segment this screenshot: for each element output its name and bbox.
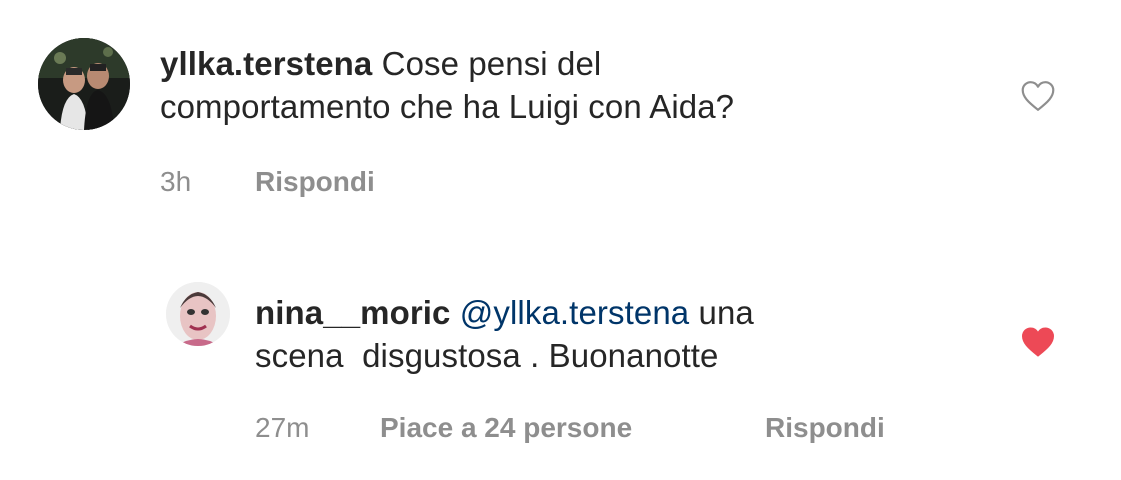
like-heart-icon[interactable] [1020,326,1056,358]
avatar-photo-image [38,38,130,130]
comment-nina: nina__moric @yllka.terstena una scena di… [0,270,1121,470]
heart-filled-icon [1021,327,1054,357]
comment-text-yllka: yllka.terstena Cose pensi del comportame… [160,42,980,128]
like-heart-icon[interactable] [1020,80,1056,112]
comment-yllka: yllka.terstena Cose pensi del comportame… [0,0,1121,220]
mention-link[interactable]: @yllka.terstena [460,294,689,331]
comment-line-1: yllka.terstena Cose pensi del [160,42,980,85]
comment-line-1: nina__moric @yllka.terstena una [255,291,975,334]
comment-meta-yllka: 3h Rispondi [160,166,560,200]
comment-body-line-2: scena disgustosa . Buonanotte [255,337,719,374]
comment-body-line-2: comportamento che ha Luigi con Aida? [160,88,735,125]
comment-body-line-1: Cose pensi del [381,45,602,82]
comment-body-line-1: una [689,294,754,331]
username-nina[interactable]: nina__moric [255,294,451,331]
comment-meta-nina: 27m Piace a 24 persone Rispondi [255,412,955,446]
comment-text-nina: nina__moric @yllka.terstena una scena di… [255,291,975,377]
avatar-photo-image [166,282,230,346]
avatar-yllka[interactable] [38,38,130,130]
reply-button[interactable]: Rispondi [765,412,885,444]
likes-count-link[interactable]: Piace a 24 persone [380,412,632,444]
username-yllka[interactable]: yllka.terstena [160,45,372,82]
reply-button[interactable]: Rispondi [255,166,375,198]
heart-outline-icon [1021,81,1055,111]
timestamp: 27m [255,412,310,443]
avatar-nina[interactable] [166,282,230,346]
timestamp: 3h [160,166,192,197]
